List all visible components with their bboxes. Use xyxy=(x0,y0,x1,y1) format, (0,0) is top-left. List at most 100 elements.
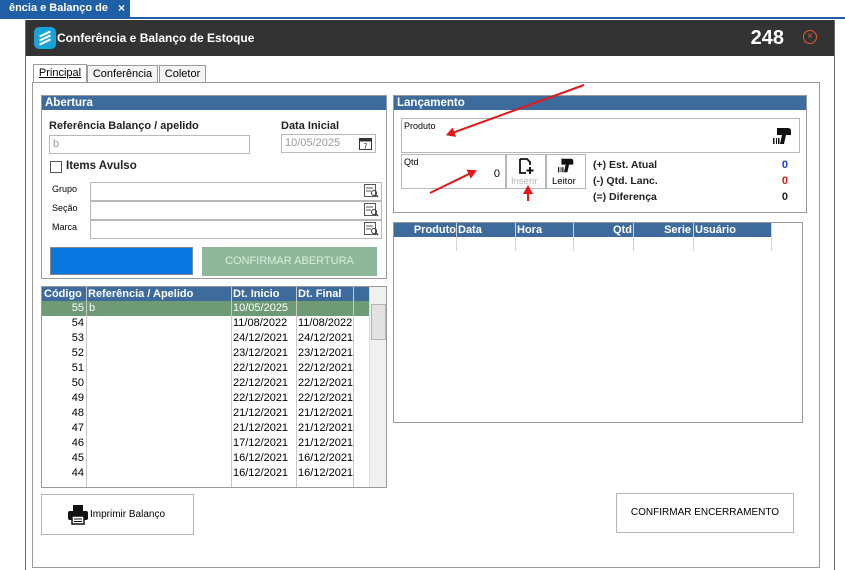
diferenca-value: 0 xyxy=(781,191,788,203)
col-referencia: Referência / Apelido xyxy=(88,288,194,300)
printer-icon xyxy=(68,505,88,525)
cell-final: 22/12/2021 xyxy=(298,377,354,389)
inserir-button[interactable]: Inserir xyxy=(506,154,546,189)
itens-avulso-label: Items Avulso xyxy=(66,160,137,172)
cell-codigo: 47 xyxy=(71,422,84,434)
blue-action-button[interactable] xyxy=(50,247,193,275)
cell-codigo: 52 xyxy=(71,347,84,359)
cell-ref: b xyxy=(89,302,96,314)
table-row[interactable]: 49 22/12/2021 22/12/2021 xyxy=(42,391,369,406)
document-tab-label: ência e Balanço de xyxy=(8,2,108,14)
tab-coletor[interactable]: Coletor xyxy=(159,65,206,83)
close-window-icon[interactable]: × xyxy=(803,30,817,44)
window-number: 248 xyxy=(750,27,784,49)
table-row[interactable]: 53 24/12/2021 24/12/2021 xyxy=(42,331,369,346)
leitor-button[interactable]: Leitor xyxy=(546,154,586,189)
col-hora: Hora xyxy=(517,224,543,236)
balance-scrollbar[interactable] xyxy=(369,287,386,487)
abertura-group: Abertura Referência Balanço / apelido b … xyxy=(41,95,387,279)
produto-label: Produto xyxy=(404,121,436,131)
table-row[interactable]: 54 11/08/2022 11/08/2022 xyxy=(42,316,369,331)
grupo-label: Grupo xyxy=(52,184,78,194)
cell-codigo: 45 xyxy=(71,452,84,464)
table-row[interactable]: 44 16/12/2021 16/12/2021 xyxy=(42,466,369,481)
cell-final: 21/12/2021 xyxy=(298,437,354,449)
balance-table: Código Referência / Apelido Dt. Inicio D… xyxy=(41,286,387,488)
abertura-header: Abertura xyxy=(42,96,386,110)
table-row[interactable]: 45 16/12/2021 16/12/2021 xyxy=(42,451,369,466)
cell-ref xyxy=(89,346,229,361)
scrollbar-thumb[interactable] xyxy=(371,304,386,340)
leitor-label: Leitor xyxy=(552,176,576,187)
table-row[interactable]: 50 22/12/2021 22/12/2021 xyxy=(42,376,369,391)
imprimir-balanco-button[interactable]: Imprimir Balanço xyxy=(41,494,194,535)
cell-ref xyxy=(89,436,229,451)
diferenca-label: (=) Diferença xyxy=(593,191,657,203)
confirmar-encerramento-button[interactable]: CONFIRMAR ENCERRAMENTO xyxy=(616,493,794,533)
cell-codigo: 54 xyxy=(71,317,84,329)
confirmar-abertura-button[interactable]: CONFIRMAR ABERTURA xyxy=(202,247,377,276)
barcode-scanner-icon[interactable] xyxy=(773,126,793,146)
cell-final: 16/12/2021 xyxy=(298,452,354,464)
cell-final: 24/12/2021 xyxy=(298,332,354,344)
cell-final: 22/12/2021 xyxy=(298,362,354,374)
close-tab-icon[interactable]: × xyxy=(118,0,125,17)
calendar-icon[interactable]: 7 xyxy=(359,137,372,150)
secao-search-icon[interactable] xyxy=(364,203,379,217)
cell-ref xyxy=(89,451,229,466)
marca-label: Marca xyxy=(52,222,78,232)
window: Conferência e Balanço de Estoque 248 × P… xyxy=(25,20,835,570)
svg-text:7: 7 xyxy=(364,144,368,151)
tab-principal[interactable]: Principal xyxy=(33,64,87,83)
col-data: Data xyxy=(458,224,482,236)
table-row[interactable]: 52 23/12/2021 23/12/2021 xyxy=(42,346,369,361)
qtd-lanc-value: 0 xyxy=(781,175,788,187)
secao-input[interactable] xyxy=(90,201,382,220)
grupo-input[interactable] xyxy=(90,182,382,201)
table-row[interactable]: 48 21/12/2021 21/12/2021 xyxy=(42,406,369,421)
cell-codigo: 46 xyxy=(71,437,84,449)
cell-inicio: 21/12/2021 xyxy=(233,422,289,434)
itens-avulso-checkbox[interactable] xyxy=(50,161,62,173)
lancamento-header: Lançamento xyxy=(394,96,806,110)
est-atual-label: (+) Est. Atual xyxy=(593,159,658,171)
cell-ref xyxy=(89,421,229,436)
qtd-field[interactable]: Qtd 0 xyxy=(401,154,506,189)
cell-codigo: 53 xyxy=(71,332,84,344)
grupo-search-icon[interactable] xyxy=(364,184,379,198)
data-inicial-input[interactable]: 10/05/2025 7 xyxy=(281,134,376,153)
annotation-arrow-inserir xyxy=(527,187,529,201)
cell-inicio: 23/12/2021 xyxy=(233,347,289,359)
marca-search-icon[interactable] xyxy=(364,222,379,236)
cell-codigo: 49 xyxy=(71,392,84,404)
cell-final: 16/12/2021 xyxy=(298,467,354,479)
col-dt-inicio: Dt. Inicio xyxy=(233,288,280,300)
col-qtd: Qtd xyxy=(613,224,632,236)
window-title: Conferência e Balanço de Estoque xyxy=(57,31,255,45)
cell-ref xyxy=(89,391,229,406)
app-logo-icon xyxy=(34,27,56,49)
marca-input[interactable] xyxy=(90,220,382,239)
cell-codigo: 51 xyxy=(71,362,84,374)
cell-inicio: 16/12/2021 xyxy=(233,452,289,464)
cell-final: 22/12/2021 xyxy=(298,392,354,404)
cell-inicio: 11/08/2022 xyxy=(233,317,288,329)
table-row[interactable]: 51 22/12/2021 22/12/2021 xyxy=(42,361,369,376)
produto-field[interactable]: Produto xyxy=(401,118,800,153)
table-row[interactable]: 46 17/12/2021 21/12/2021 xyxy=(42,436,369,451)
col-serie: Serie xyxy=(664,224,691,236)
est-atual-value: 0 xyxy=(781,159,788,171)
table-row[interactable]: 55 b 10/05/2025 xyxy=(42,301,369,316)
document-tab[interactable]: ência e Balanço de × xyxy=(0,0,130,17)
balance-table-header: Código Referência / Apelido Dt. Inicio D… xyxy=(42,287,369,301)
referencia-label: Referência Balanço / apelido xyxy=(49,120,199,132)
secao-label: Seção xyxy=(52,203,78,213)
tab-conferencia[interactable]: Conferência xyxy=(87,65,158,83)
referencia-input[interactable]: b xyxy=(49,135,250,154)
table-row[interactable]: 47 21/12/2021 21/12/2021 xyxy=(42,421,369,436)
cell-ref xyxy=(89,406,229,421)
qtd-value: 0 xyxy=(493,168,500,180)
cell-inicio: 22/12/2021 xyxy=(233,392,289,404)
cell-final: 11/08/2022 xyxy=(298,317,353,329)
col-produto: Produto xyxy=(413,224,456,236)
